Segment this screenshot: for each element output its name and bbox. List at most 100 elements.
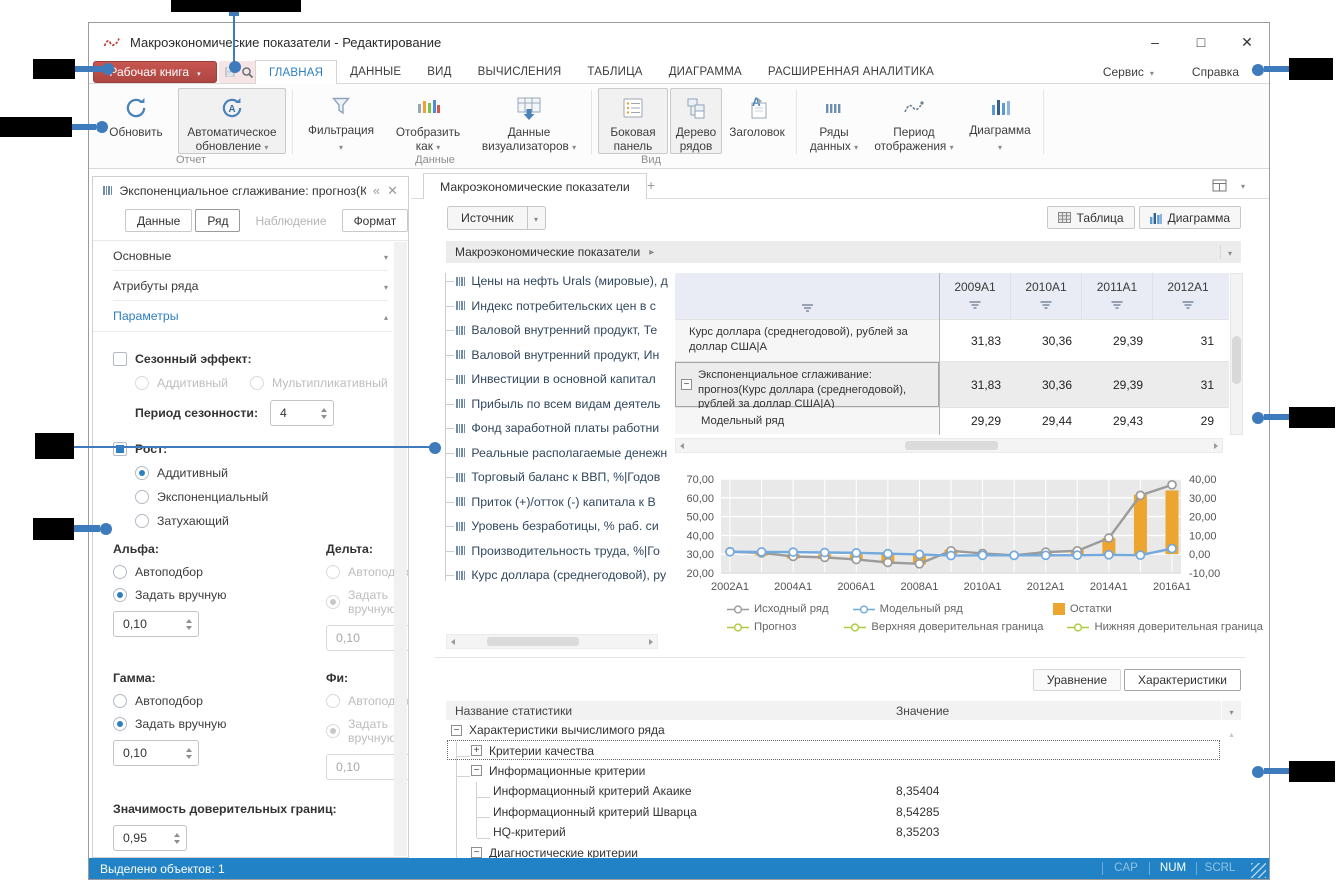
growth-additive-radio[interactable] (135, 466, 149, 480)
breadcrumb-dropdown[interactable] (1220, 245, 1232, 259)
panel-tab-ryad[interactable]: Ряд (195, 209, 240, 232)
collapse-icon[interactable] (471, 847, 482, 858)
characteristics-button[interactable]: Характеристики (1124, 669, 1241, 691)
stepper-arrows-icon[interactable] (321, 408, 327, 419)
side-panel-button[interactable]: Боковая панель (598, 88, 668, 154)
table-row-selected[interactable]: Экспоненциальное сглаживание: прогноз(Ку… (675, 361, 1229, 407)
table-row[interactable]: Модельный ряд 29,29 29,44 29,43 29 (675, 407, 1229, 434)
tree-item[interactable]: Приток (+)/отток (-) капитала к В (443, 490, 672, 515)
table-horizontal-scrollbar[interactable] (675, 438, 1223, 453)
tree-item[interactable]: Инвестиции в основной капитал (443, 367, 672, 392)
stepper-arrows-icon[interactable] (174, 833, 180, 844)
panel-scrollbar[interactable] (394, 242, 407, 856)
display-as-button[interactable]: Отобразить как (385, 88, 471, 154)
tree-item[interactable]: Валовой внутренний продукт, Ин (443, 343, 672, 368)
stats-scroll-down[interactable] (1222, 701, 1241, 720)
stepper-arrows-icon[interactable] (186, 748, 192, 759)
cell[interactable]: 29,29 (939, 408, 1010, 434)
collapse-icon[interactable] (451, 725, 462, 736)
significance-stepper[interactable]: 0,95 (113, 825, 187, 851)
tree-item[interactable]: Производительность труда, %|Го (443, 539, 672, 564)
filter-funnel-icon[interactable] (1112, 301, 1123, 309)
chevron-down-icon[interactable] (1241, 178, 1245, 192)
cell[interactable]: 30,36 (1010, 362, 1081, 407)
preview-icon[interactable] (241, 66, 254, 79)
visualizer-data-button[interactable]: Данные визуализаторов (473, 88, 585, 154)
gamma-stepper[interactable]: 0,10 (113, 740, 199, 766)
scroll-right-icon[interactable] (649, 639, 653, 645)
stats-row[interactable]: Характеристики вычислимого ряда (446, 720, 1221, 740)
series-tree-button[interactable]: Дерево рядов (670, 88, 722, 154)
section-atributy[interactable]: Атрибуты ряда (113, 271, 388, 301)
equation-button[interactable]: Уравнение (1033, 669, 1121, 691)
scroll-left-icon[interactable] (680, 443, 684, 449)
tree-item[interactable]: Торговый баланс к ВВП, %|Годов (443, 465, 672, 490)
collapse-icon[interactable] (471, 765, 482, 776)
scrollbar-thumb[interactable] (487, 637, 579, 646)
row-name-cell[interactable]: Модельный ряд (675, 408, 939, 434)
table-header-col[interactable]: 2009A1 (939, 273, 1010, 319)
row-name-cell[interactable]: Курс доллара (среднегодовой), рублей за … (675, 320, 939, 361)
service-menu[interactable]: Сервис (1103, 65, 1154, 79)
alpha-manual-radio[interactable] (113, 588, 127, 602)
filter-funnel-icon[interactable] (802, 304, 813, 312)
table-header-name[interactable] (675, 273, 939, 319)
tab-analitika[interactable]: РАСШИРЕННАЯ АНАЛИТИКА (755, 60, 947, 83)
tree-item[interactable]: Цены на нефть Urals (мировые), д (443, 269, 672, 294)
title-button[interactable]: A Заголовок (724, 88, 790, 154)
source-button[interactable]: Источник (447, 206, 528, 230)
tab-glavnaya[interactable]: ГЛАВНАЯ (255, 60, 337, 84)
resize-grip[interactable] (1251, 863, 1266, 878)
auto-refresh-button[interactable]: A Автоматическое обновление (178, 88, 286, 154)
tab-tablitsa[interactable]: ТАБЛИЦА (574, 60, 655, 83)
alpha-auto-radio[interactable] (113, 565, 127, 579)
table-header-col[interactable]: 2011A1 (1081, 273, 1152, 319)
cell[interactable]: 29 (1152, 408, 1223, 434)
scroll-right-icon[interactable] (1214, 443, 1218, 449)
section-parametry[interactable]: Параметры (113, 301, 388, 331)
filtering-button[interactable]: Фильтрация (299, 88, 383, 154)
gamma-auto-radio[interactable] (113, 694, 127, 708)
tree-item[interactable]: Курс доллара (среднегодовой), ру (443, 563, 672, 588)
alpha-stepper[interactable]: 0,10 (113, 611, 199, 637)
tree-item[interactable]: Прибыль по всем видам деятель (443, 392, 672, 417)
scrollbar-thumb[interactable] (1232, 336, 1241, 384)
tree-horizontal-scrollbar[interactable] (446, 634, 658, 649)
seasonal-checkbox[interactable] (113, 352, 127, 366)
cell[interactable]: 29,39 (1081, 320, 1152, 361)
new-tab-button[interactable]: + (647, 177, 655, 193)
maximize-button[interactable]: □ (1193, 34, 1209, 50)
stats-row[interactable]: Информационный критерий Шварца8,54285 (446, 802, 1221, 822)
filter-funnel-icon[interactable] (1041, 301, 1052, 309)
document-tab[interactable]: Макроэкономические показатели (423, 173, 647, 199)
breadcrumb[interactable]: Макроэкономические показатели ▸ (446, 241, 1241, 263)
tree-item[interactable]: Индекс потребительских цен в с (443, 294, 672, 319)
chart-view-button[interactable]: Диаграмма (1139, 206, 1241, 229)
tree-item[interactable]: Валовой внутренний продукт, Те (443, 318, 672, 343)
growth-damped-radio[interactable] (135, 514, 149, 528)
tab-dannye[interactable]: ДАННЫЕ (337, 60, 414, 83)
filter-funnel-icon[interactable] (1183, 301, 1194, 309)
close-button[interactable]: ✕ (1239, 34, 1255, 51)
source-dropdown[interactable] (528, 206, 546, 230)
row-name-cell[interactable]: Экспоненциальное сглаживание: прогноз(Ку… (675, 362, 939, 407)
stats-row[interactable]: HQ-критерий8,35203 (446, 822, 1221, 842)
view-layout-icon[interactable] (1212, 179, 1227, 192)
stats-row[interactable]: Диагностические критерии (446, 842, 1221, 858)
tab-diagramma[interactable]: ДИАГРАММА (656, 60, 755, 83)
diagram-button[interactable]: Диаграмма (963, 88, 1037, 154)
cell[interactable]: 31 (1152, 320, 1223, 361)
display-period-button[interactable]: Период отображения (867, 88, 961, 154)
cell[interactable]: 29,39 (1081, 362, 1152, 407)
data-series-button[interactable]: Ряды данных (803, 88, 865, 154)
scrollbar-thumb[interactable] (905, 441, 998, 450)
tree-item[interactable]: Реальные располагаемые денежн (443, 441, 672, 466)
minimize-button[interactable]: – (1147, 34, 1163, 50)
tab-vid[interactable]: ВИД (414, 60, 464, 83)
collapse-panel-icon[interactable]: « (373, 183, 380, 198)
collapse-icon[interactable] (681, 379, 692, 390)
stats-scroll-up[interactable] (1222, 725, 1241, 740)
stats-row[interactable]: Информационные критерии (446, 761, 1221, 781)
expand-icon[interactable] (471, 745, 482, 756)
table-row[interactable]: Курс доллара (среднегодовой), рублей за … (675, 319, 1229, 361)
